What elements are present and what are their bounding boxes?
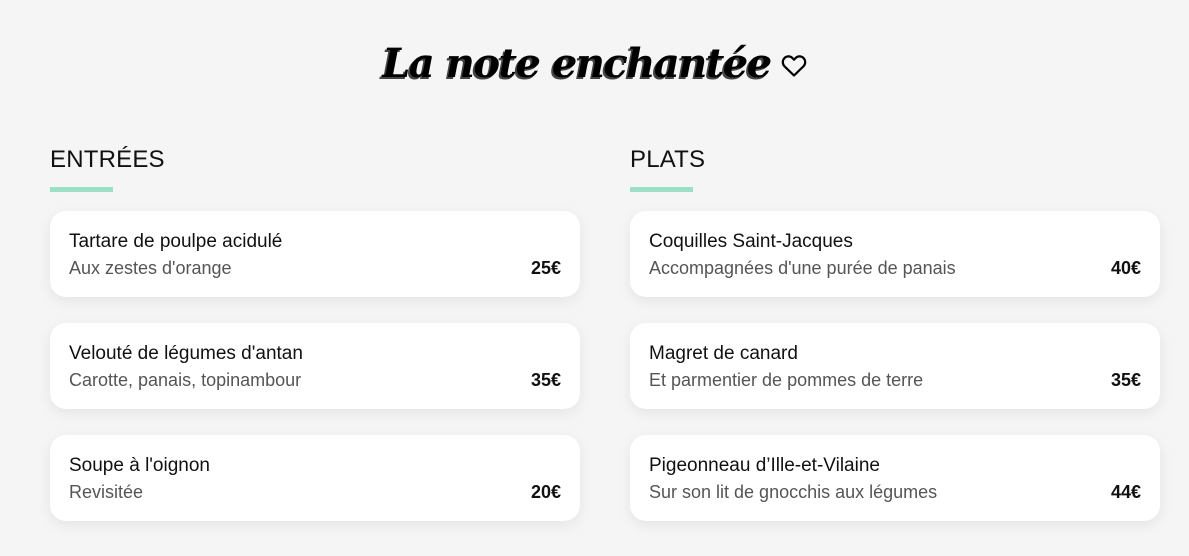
plats-section: PLATS Coquilles Saint-Jacques Accompagné… — [630, 144, 1160, 521]
menu-item-name: Coquilles Saint-Jacques — [649, 231, 853, 252]
restaurant-title: La note enchantée — [382, 40, 772, 87]
menu-item-description: Et parmentier de pommes de terre — [649, 370, 924, 390]
menu-item-name: Velouté de légumes d'antan — [69, 343, 303, 364]
menu-item-card[interactable]: Coquilles Saint-Jacques Accompagnées d'u… — [630, 211, 1160, 297]
plats-list: Coquilles Saint-Jacques Accompagnées d'u… — [630, 211, 1160, 521]
menu-item-card[interactable]: Pigeonneau d’Ille-et-Vilaine Sur son lit… — [630, 435, 1160, 521]
menu-item-price: 40€ — [1110, 258, 1141, 278]
title-row: La note enchantée — [0, 38, 1189, 90]
entrees-section: ENTRÉES Tartare de poulpe acidulé Aux ze… — [50, 144, 580, 521]
menu-item-description: Revisitée — [69, 482, 144, 502]
menu-item-name: Pigeonneau d’Ille-et-Vilaine — [649, 455, 880, 476]
heart-icon — [781, 54, 807, 78]
menu-item-name: Tartare de poulpe acidulé — [69, 231, 283, 252]
menu-item-price: 20€ — [530, 482, 561, 502]
plats-heading: PLATS — [630, 146, 706, 173]
menu-item-price: 25€ — [530, 258, 561, 278]
menu-item-description: Carotte, panais, topinambour — [69, 370, 302, 390]
menu-item-name: Soupe à l'oignon — [69, 455, 210, 476]
menu-item-price: 35€ — [530, 370, 561, 390]
menu-item-price: 35€ — [1110, 370, 1141, 390]
entrees-heading: ENTRÉES — [50, 146, 165, 173]
menu-page: La note enchantée ENTRÉES Tartare de pou… — [0, 0, 1189, 556]
heading-underline — [50, 187, 113, 192]
menu-item-card[interactable]: Velouté de légumes d'antan Carotte, pana… — [50, 323, 580, 409]
menu-item-card[interactable]: Magret de canard Et parmentier de pommes… — [630, 323, 1160, 409]
entrees-list: Tartare de poulpe acidulé Aux zestes d'o… — [50, 211, 580, 521]
heading-underline — [630, 187, 693, 192]
menu-item-name: Magret de canard — [649, 343, 798, 364]
menu-item-description: Aux zestes d'orange — [69, 258, 232, 278]
menu-item-description: Accompagnées d'une purée de panais — [649, 258, 956, 278]
menu-item-description: Sur son lit de gnocchis aux légumes — [649, 482, 938, 502]
menu-item-card[interactable]: Soupe à l'oignon Revisitée 20€ — [50, 435, 580, 521]
menu-item-card[interactable]: Tartare de poulpe acidulé Aux zestes d'o… — [50, 211, 580, 297]
menu-item-price: 44€ — [1110, 482, 1141, 502]
